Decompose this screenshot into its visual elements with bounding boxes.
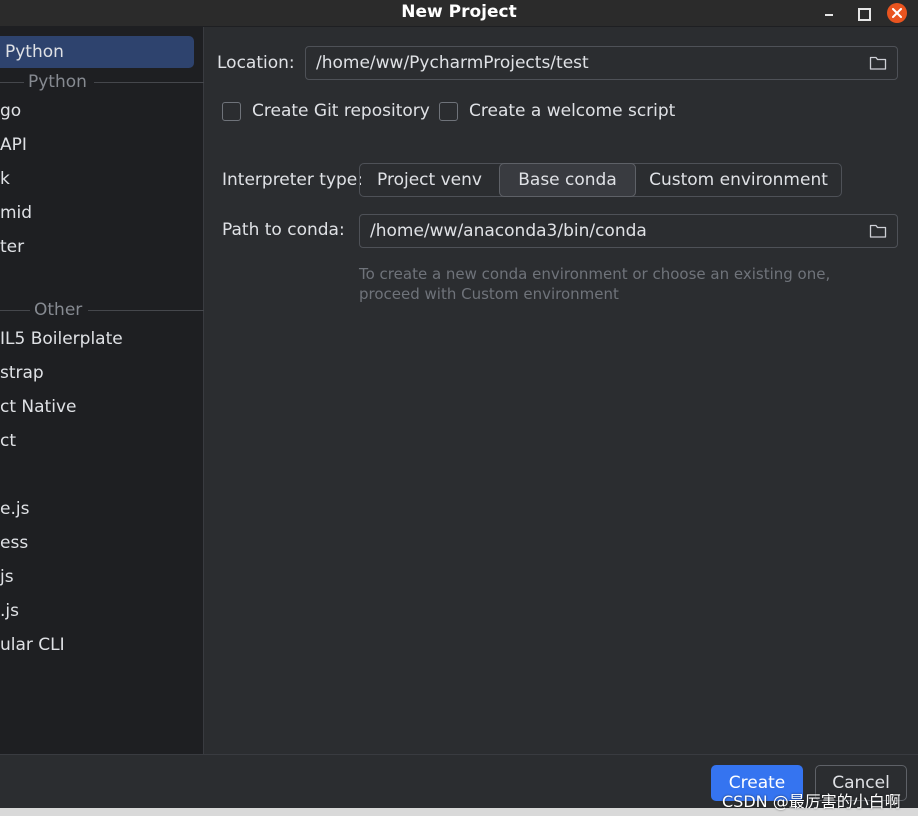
hint-line: To create a new conda environment or cho… — [359, 265, 831, 283]
window-title: New Project — [401, 2, 517, 22]
section-header-label: Other — [34, 300, 83, 320]
sidebar-section-header-other: Other — [0, 300, 204, 320]
create-welcome-checkbox[interactable] — [439, 102, 458, 121]
location-value: /home/ww/PycharmProjects/test — [316, 53, 589, 73]
conda-path-field[interactable]: /home/ww/anaconda3/bin/conda — [359, 214, 898, 248]
conda-path-value: /home/ww/anaconda3/bin/conda — [370, 221, 647, 241]
close-icon — [892, 8, 902, 18]
create-welcome-label[interactable]: Create a welcome script — [469, 101, 675, 121]
minimize-button[interactable] — [819, 3, 839, 23]
section-header-label: Python — [28, 72, 87, 92]
sidebar-section-header-python: Python — [0, 72, 204, 92]
create-git-label[interactable]: Create Git repository — [252, 101, 430, 121]
create-git-checkbox[interactable] — [222, 102, 241, 121]
conda-hint-text: To create a new conda environment or cho… — [359, 264, 830, 304]
title-bar: New Project — [0, 0, 918, 27]
interpreter-type-selector: Project venv Base conda Custom environme… — [359, 163, 842, 197]
settings-panel: Location: /home/ww/PycharmProjects/test … — [205, 27, 918, 754]
folder-icon[interactable] — [869, 55, 887, 71]
location-label: Location: — [217, 53, 295, 73]
sidebar-item-label: Python — [5, 42, 64, 62]
maximize-button[interactable] — [853, 3, 873, 23]
sidebar-item-pure-python[interactable]: Python — [0, 36, 194, 68]
option-base-conda[interactable]: Base conda — [499, 163, 636, 197]
location-field[interactable]: /home/ww/PycharmProjects/test — [305, 46, 898, 80]
option-custom-environment[interactable]: Custom environment — [636, 164, 841, 196]
folder-icon[interactable] — [869, 223, 887, 239]
hint-line: proceed with Custom environment — [359, 285, 619, 303]
close-button[interactable] — [887, 3, 907, 23]
option-project-venv[interactable]: Project venv — [360, 164, 499, 196]
interpreter-type-label: Interpreter type: — [222, 170, 363, 190]
project-type-sidebar: Python Python go API k mid ter Other IL5… — [0, 27, 204, 754]
conda-path-label: Path to conda: — [222, 220, 345, 240]
watermark: CSDN @最厉害的小白啊 — [722, 792, 901, 811]
